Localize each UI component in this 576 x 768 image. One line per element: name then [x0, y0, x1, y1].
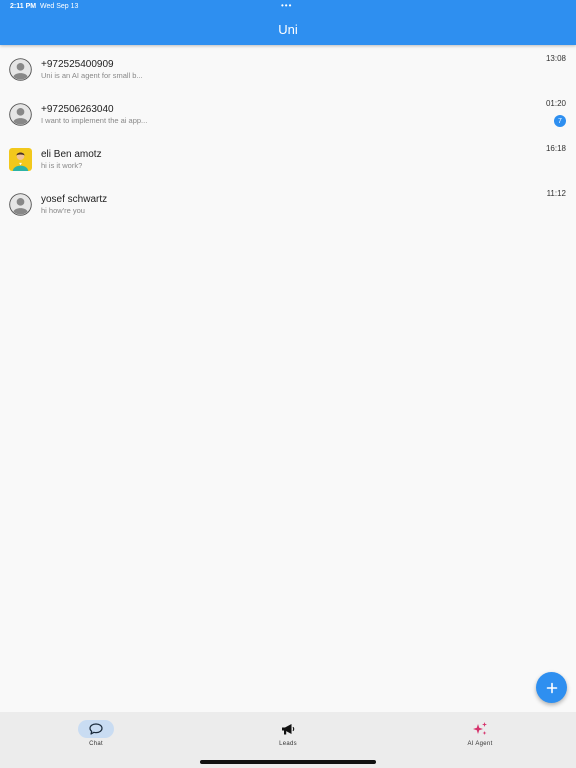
nav-label-leads: Leads — [279, 741, 297, 747]
chat-list-item[interactable]: eli Ben amotz hi is it work? 16:18 — [0, 137, 576, 182]
new-chat-button[interactable] — [536, 672, 567, 703]
chat-timestamp: 16:18 — [545, 144, 566, 153]
chat-contact-name: eli Ben amotz — [41, 149, 102, 160]
chat-message-preview: hi is it work? — [41, 161, 83, 170]
chat-timestamp: 01:20 — [545, 99, 566, 108]
nav-item-chat[interactable]: Chat — [36, 712, 156, 768]
chat-list-item[interactable]: +972506263040 I want to implement the ai… — [0, 92, 576, 137]
chat-list-item[interactable]: yosef schwartz hi how're you 11:12 — [0, 182, 576, 227]
default-person-icon — [9, 58, 32, 81]
sparkles-icon — [473, 722, 487, 735]
default-person-icon — [9, 193, 32, 216]
nav-active-indicator — [78, 720, 114, 738]
chat-list: +972525400909 Uni is an AI agent for sma… — [0, 47, 576, 227]
nav-label-chat: Chat — [89, 741, 103, 747]
chat-timestamp: 11:12 — [546, 189, 566, 198]
chat-contact-name: +972506263040 — [41, 104, 114, 115]
plus-icon — [546, 682, 557, 693]
chat-contact-name: yosef schwartz — [41, 194, 108, 205]
chat-bubble-icon — [89, 723, 103, 735]
nav-item-ai-agent[interactable]: AI Agent — [420, 712, 540, 768]
photo-avatar — [9, 148, 32, 171]
app-bar: 2:11 PM Wed Sep 13 ••• Uni — [0, 0, 576, 45]
chat-timestamp: 13:08 — [545, 54, 566, 63]
home-indicator — [200, 760, 376, 764]
chat-message-preview: I want to implement the ai app... — [41, 116, 148, 125]
megaphone-icon — [282, 723, 295, 734]
chat-list-item[interactable]: +972525400909 Uni is an AI agent for sma… — [0, 47, 576, 92]
chat-message-preview: Uni is an AI agent for small b... — [41, 71, 143, 80]
chat-contact-name: +972525400909 — [41, 59, 114, 70]
default-person-icon — [9, 103, 32, 126]
chat-message-preview: hi how're you — [41, 206, 85, 215]
status-time: 2:11 PM — [10, 3, 37, 10]
unread-count-badge: 7 — [554, 115, 566, 127]
nav-label-ai-agent: AI Agent — [467, 741, 493, 747]
status-date: Wed Sep 13 — [40, 3, 79, 10]
multitasking-dots[interactable]: ••• — [281, 2, 292, 10]
page-title: Uni — [278, 22, 298, 37]
